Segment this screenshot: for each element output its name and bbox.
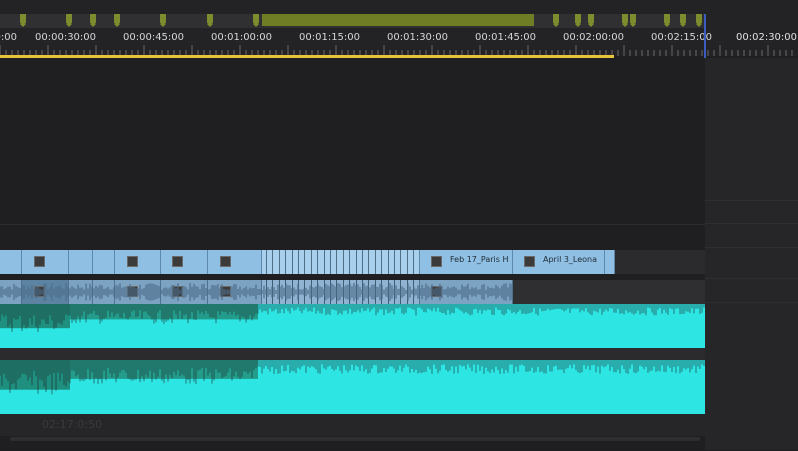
marker-icon[interactable] <box>66 14 72 27</box>
clip-edge <box>342 250 344 274</box>
tick-label: 00:00:30:00 <box>0 32 18 43</box>
panel-divider <box>705 278 798 279</box>
clip-edge <box>394 250 395 274</box>
video-track[interactable]: Feb 17_Paris H April 3_Leona <box>0 250 705 274</box>
marker-icon[interactable] <box>114 14 120 27</box>
audio-waveform <box>0 304 705 414</box>
timeline-panel: 00:00:30:00 00:00:30:00 00:00:45:00 00:0… <box>0 0 798 451</box>
clip-edge <box>381 250 383 274</box>
panel-divider <box>705 247 798 248</box>
marker-icon[interactable] <box>207 14 213 27</box>
clip-edge <box>330 250 331 274</box>
clip-edge <box>355 250 357 274</box>
fx-badge-icon <box>34 256 45 267</box>
clip-edge <box>291 250 293 274</box>
transport-bar: 02:17:0:50 <box>0 414 705 436</box>
panel-divider <box>705 302 798 303</box>
tick-label: 00:01:45:00 <box>475 32 537 43</box>
clip-edge <box>349 250 351 274</box>
panel-divider <box>705 223 798 224</box>
video-clip-group[interactable] <box>262 250 420 274</box>
marker-icon[interactable] <box>696 14 702 27</box>
marker-icon[interactable] <box>588 14 594 27</box>
tick-label: 00:01:00:00 <box>211 32 273 43</box>
horizontal-scrollbar[interactable] <box>10 437 700 441</box>
audio-waveform-track[interactable] <box>0 304 705 414</box>
audio-clip-waveform <box>0 283 513 301</box>
clip-edge <box>368 250 370 274</box>
right-panel <box>705 58 798 450</box>
tick-label: 00:00:45:00 <box>123 32 185 43</box>
clip-edge <box>362 250 363 274</box>
clip-edge <box>304 250 306 274</box>
timecode-display: 02:17:0:50 <box>42 418 103 431</box>
fx-badge-icon <box>220 256 231 267</box>
fx-badge-icon <box>431 256 442 267</box>
clip-edge <box>317 250 319 274</box>
marker-strip <box>0 14 705 28</box>
video-clip[interactable]: April 3_Leona <box>513 250 605 274</box>
video-clip[interactable] <box>22 250 69 274</box>
video-clip[interactable] <box>161 250 208 274</box>
fx-badge-icon <box>172 256 183 267</box>
video-clip[interactable] <box>93 250 115 274</box>
video-clip[interactable] <box>208 250 262 274</box>
marker-icon[interactable] <box>664 14 670 27</box>
clip-edge <box>323 250 325 274</box>
marker-icon[interactable] <box>622 14 628 27</box>
clip-edge <box>278 250 280 274</box>
video-clip[interactable] <box>0 250 22 274</box>
clip-edge <box>387 250 389 274</box>
playhead[interactable] <box>704 14 706 58</box>
marker-icon[interactable] <box>575 14 581 27</box>
marker-icon[interactable] <box>680 14 686 27</box>
video-clip[interactable] <box>115 250 161 274</box>
marker-band <box>262 14 534 26</box>
clip-edge <box>374 250 376 274</box>
clip-edge <box>272 250 274 274</box>
panel-divider <box>705 200 798 201</box>
video-clip[interactable] <box>605 250 615 274</box>
marker-icon[interactable] <box>553 14 559 27</box>
tick-label: 00:02:15:00 <box>651 32 713 43</box>
clip-name: Feb 17_Paris H <box>450 255 509 264</box>
ruler-right-time: 00:02:30:00 <box>736 32 798 43</box>
tick-label: 00:01:15:00 <box>299 32 361 43</box>
clip-edge <box>285 250 287 274</box>
fx-badge-icon <box>524 256 535 267</box>
clip-edge <box>336 250 338 274</box>
audio-clip-track[interactable] <box>0 280 705 304</box>
clip-waveform-path <box>0 283 513 301</box>
tick-label: 00:01:30:00 <box>387 32 449 43</box>
clip-edge <box>310 250 312 274</box>
marker-icon[interactable] <box>630 14 636 27</box>
marker-icon[interactable] <box>253 14 259 27</box>
fx-badge-icon <box>127 256 138 267</box>
clip-edge <box>266 250 267 274</box>
marker-icon[interactable] <box>160 14 166 27</box>
tick-label: 00:00:30:00 <box>35 32 97 43</box>
clip-edge <box>400 250 402 274</box>
time-ruler[interactable]: 00:00:30:00 00:00:30:00 00:00:45:00 00:0… <box>0 0 798 56</box>
clip-name: April 3_Leona <box>543 255 598 264</box>
track-divider <box>0 224 705 225</box>
video-clip[interactable]: Feb 17_Paris H <box>420 250 513 274</box>
tick-label: 00:02:00:00 <box>563 32 625 43</box>
clip-edge <box>413 250 415 274</box>
clip-edge <box>406 250 408 274</box>
marker-icon[interactable] <box>90 14 96 27</box>
clip-edge <box>298 250 299 274</box>
marker-icon[interactable] <box>20 14 26 27</box>
video-clip[interactable] <box>69 250 93 274</box>
channel-divider <box>0 348 705 360</box>
